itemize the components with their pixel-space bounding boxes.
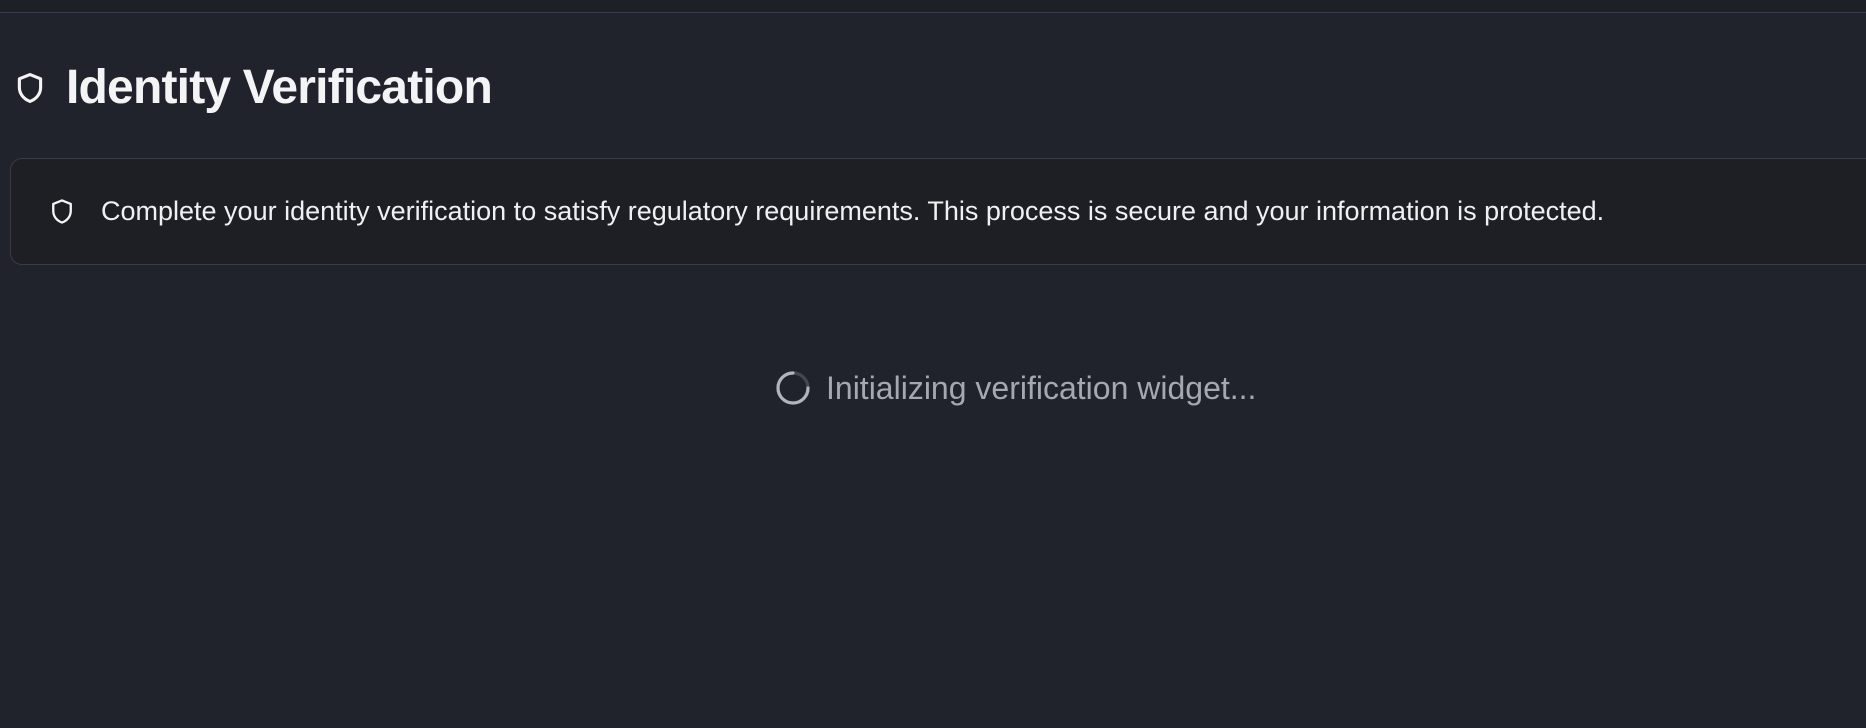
loading-status: Initializing verification widget... — [774, 365, 1256, 411]
top-divider — [0, 0, 1866, 13]
notice-text: Complete your identity verification to s… — [101, 196, 1605, 227]
loading-text: Initializing verification widget... — [826, 370, 1257, 406]
spinner-icon — [774, 369, 812, 407]
page-title-row: Identity Verification — [12, 58, 493, 118]
shield-icon — [12, 68, 48, 108]
shield-icon — [47, 196, 77, 228]
page-title: Identity Verification — [66, 61, 493, 114]
verification-notice: Complete your identity verification to s… — [10, 158, 1866, 265]
